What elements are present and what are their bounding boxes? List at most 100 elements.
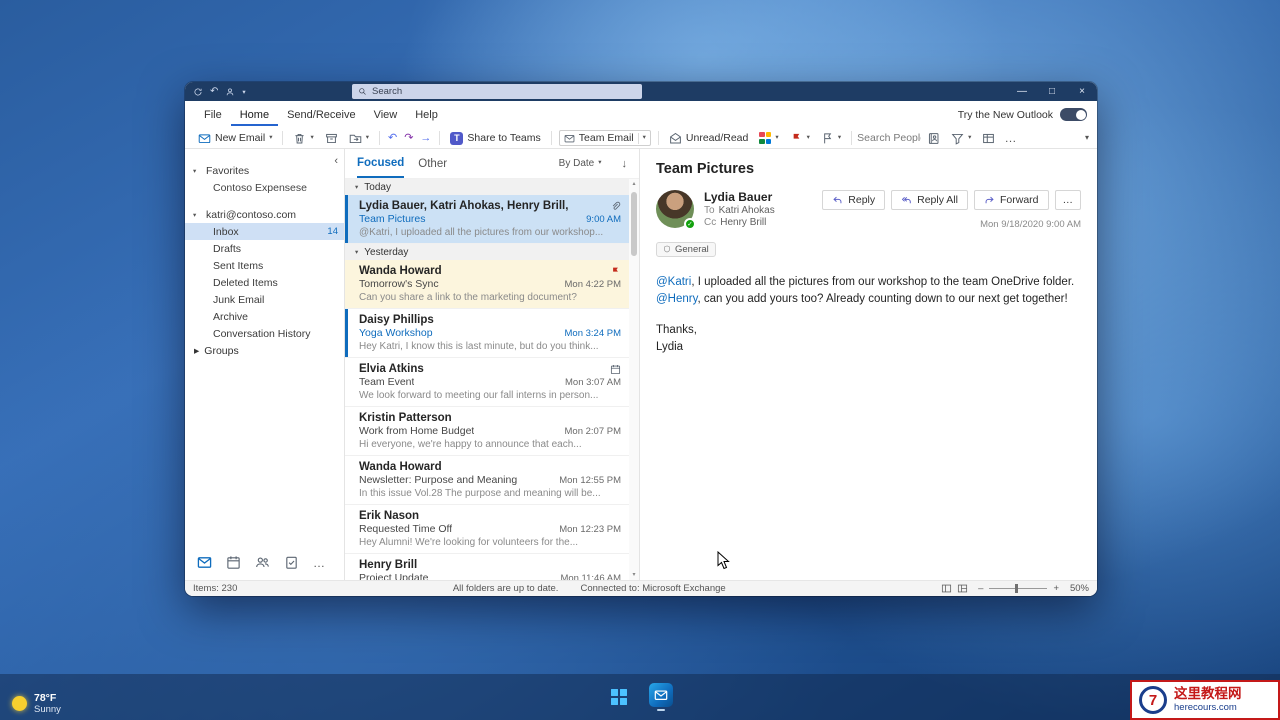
search-people-input[interactable] <box>857 132 921 144</box>
flag-options-chevron-icon[interactable]: ▾ <box>838 135 841 142</box>
sensitivity-label[interactable]: General <box>656 242 716 257</box>
layout-normal-icon[interactable] <box>941 583 952 594</box>
flag-icon[interactable] <box>610 266 621 277</box>
to-recipient[interactable]: Katri Ahokas <box>719 205 775 216</box>
scroll-down-icon[interactable]: ▾ <box>632 571 635 579</box>
delete-button[interactable]: ▾ <box>288 131 318 146</box>
collapse-folder-pane-icon[interactable]: ‹ <box>334 155 338 167</box>
zoom-in-icon[interactable]: + <box>1053 583 1059 594</box>
sidebar-item-conversation-history[interactable]: Conversation History <box>185 325 344 342</box>
share-to-teams-button[interactable]: T Share to Teams <box>445 131 545 146</box>
sender-name[interactable]: Lydia Bauer <box>704 190 775 204</box>
redo-icon[interactable]: ↷ <box>401 133 416 144</box>
address-book-button[interactable] <box>922 131 945 146</box>
unread-read-button[interactable]: Unread/Read <box>664 131 753 146</box>
account-header[interactable]: ▾ katri@contoso.com <box>185 206 344 223</box>
new-email-button[interactable]: New Email ▾ <box>193 131 277 146</box>
sidebar-item-drafts[interactable]: Drafts <box>185 240 344 257</box>
forward-button[interactable]: Forward <box>974 190 1049 210</box>
email-list-item[interactable]: Henry Brill Project Update Mon 11:46 AM <box>345 554 639 580</box>
favorite-item-contoso-expensese[interactable]: Contoso Expensese <box>185 179 344 196</box>
follow-up-button[interactable]: ▾ <box>785 131 815 146</box>
email-list-item[interactable]: Elvia Atkins Team Event Mon 3:07 AM We l… <box>345 358 639 407</box>
reply-button[interactable]: Reply <box>822 190 885 210</box>
zoom-percentage[interactable]: 50% <box>1065 583 1089 594</box>
new-outlook-toggle[interactable] <box>1060 108 1087 121</box>
move-to-chevron-icon[interactable]: ▾ <box>366 135 369 142</box>
move-to-button[interactable]: ▾ <box>344 131 374 146</box>
contact-icon[interactable] <box>225 87 235 97</box>
group-header-yesterday[interactable]: ▾ Yesterday <box>345 244 639 260</box>
flag-options-button[interactable]: ▾ <box>816 131 846 146</box>
close-button[interactable]: × <box>1067 82 1097 101</box>
minimize-button[interactable]: — <box>1007 82 1037 101</box>
scroll-up-icon[interactable]: ▴ <box>632 180 635 188</box>
tasks-nav-icon[interactable] <box>284 555 299 570</box>
menu-help[interactable]: Help <box>406 104 447 126</box>
email-list-item[interactable]: Erik Nason Requested Time Off Mon 12:23 … <box>345 505 639 554</box>
sidebar-item-deleted-items[interactable]: Deleted Items <box>185 274 344 291</box>
menu-file[interactable]: File <box>195 104 231 126</box>
categorize-button[interactable]: ▾ <box>754 131 783 145</box>
sidebar-item-archive[interactable]: Archive <box>185 308 344 325</box>
email-list-item[interactable]: Lydia Bauer, Katri Ahokas, Henry Brill, … <box>345 195 639 244</box>
list-scrollbar[interactable]: ▴ ▾ <box>629 179 639 580</box>
calendar-nav-icon[interactable] <box>226 555 241 570</box>
mention-katri[interactable]: @Katri <box>656 276 691 288</box>
search-input[interactable] <box>372 86 636 97</box>
tab-focused[interactable]: Focused <box>357 149 404 178</box>
follow-up-chevron-icon[interactable]: ▾ <box>807 135 810 142</box>
reply-all-button[interactable]: Reply All <box>891 190 968 210</box>
start-button[interactable] <box>604 680 634 714</box>
sidebar-item-sent-items[interactable]: Sent Items <box>185 257 344 274</box>
filter-email-button[interactable]: ▾ <box>946 131 976 146</box>
sort-by-date[interactable]: By Date ▾ <box>559 158 602 169</box>
mention-henry[interactable]: @Henry <box>656 293 698 305</box>
qat-chevron-down-icon[interactable]: ▾ <box>242 88 245 96</box>
filter-chevron-icon[interactable]: ▾ <box>968 135 971 142</box>
people-nav-icon[interactable] <box>255 555 270 570</box>
favorites-header[interactable]: ▾ Favorites <box>185 162 344 179</box>
avatar[interactable]: ✓ <box>656 190 694 228</box>
maximize-button[interactable]: □ <box>1037 82 1067 101</box>
menu-home[interactable]: Home <box>231 104 278 126</box>
title-bar[interactable]: ↶ ▾ — □ × <box>185 82 1097 101</box>
menu-send-receive[interactable]: Send/Receive <box>278 104 365 126</box>
sort-direction-icon[interactable]: ↓ <box>622 158 628 170</box>
insert-table-button[interactable] <box>977 131 1000 146</box>
send-receive-icon[interactable] <box>193 87 203 97</box>
email-list-item[interactable]: Wanda Howard Newsletter: Purpose and Mea… <box>345 456 639 505</box>
undo-icon[interactable]: ↶ <box>210 86 218 97</box>
more-actions-button[interactable]: … <box>1055 190 1082 210</box>
zoom-slider-thumb[interactable] <box>1015 584 1018 593</box>
search-box[interactable] <box>352 84 642 99</box>
zoom-slider[interactable] <box>989 588 1047 589</box>
menu-view[interactable]: View <box>365 104 407 126</box>
email-list-item[interactable]: Wanda Howard Tomorrow's Sync Mon 4:22 PM… <box>345 260 639 309</box>
forward-icon[interactable]: → <box>417 133 434 144</box>
more-commands-icon[interactable]: … <box>1001 132 1019 144</box>
archive-button[interactable] <box>320 131 343 146</box>
sidebar-item-inbox[interactable]: Inbox 14 <box>185 223 344 240</box>
zoom-out-icon[interactable]: – <box>978 583 983 594</box>
ribbon-collapse-icon[interactable]: ▾ <box>1085 134 1089 142</box>
categorize-chevron-icon[interactable]: ▾ <box>775 135 778 142</box>
new-email-chevron-icon[interactable]: ▾ <box>269 135 272 142</box>
tab-other[interactable]: Other <box>418 158 447 170</box>
quick-steps-chevron-icon[interactable]: ▾ <box>643 135 646 142</box>
group-header-today[interactable]: ▾ Today <box>345 179 639 195</box>
sidebar-item-groups[interactable]: ▸ Groups <box>185 342 344 359</box>
sidebar-item-junk-email[interactable]: Junk Email <box>185 291 344 308</box>
more-apps-icon[interactable]: … <box>313 556 326 570</box>
mail-nav-icon[interactable] <box>197 555 212 570</box>
email-list-item[interactable]: Kristin Patterson Work from Home Budget … <box>345 407 639 456</box>
scrollbar-thumb[interactable] <box>631 192 637 256</box>
delete-chevron-icon[interactable]: ▾ <box>310 135 313 142</box>
email-list-item[interactable]: Daisy Phillips Yoga Workshop Mon 3:24 PM… <box>345 309 639 358</box>
taskbar-outlook-icon[interactable] <box>646 680 676 714</box>
cc-recipient[interactable]: Henry Brill <box>720 217 766 228</box>
undo-icon[interactable]: ↶ <box>385 133 400 144</box>
weather-widget[interactable]: 78°F Sunny <box>12 692 61 715</box>
layout-reading-icon[interactable] <box>957 583 968 594</box>
quick-steps-team-email[interactable]: Team Email ▾ <box>559 130 651 146</box>
